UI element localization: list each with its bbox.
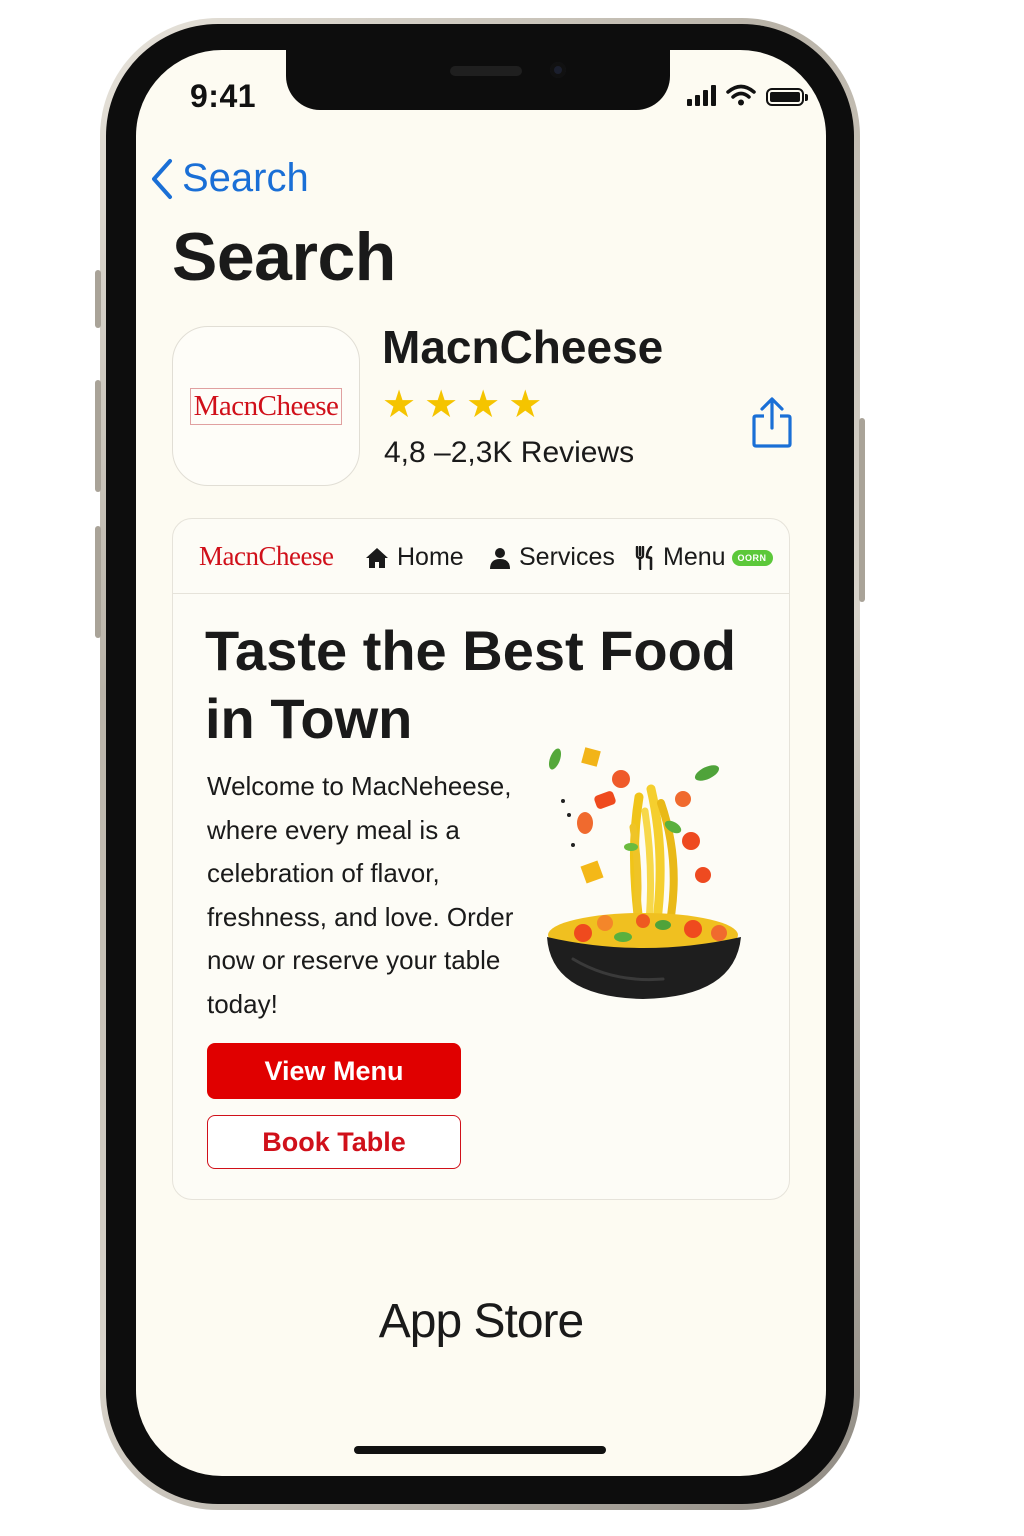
nav-home[interactable]: Home xyxy=(365,543,464,572)
back-label: Search xyxy=(182,156,309,200)
volume-up-button xyxy=(95,380,101,492)
nav-menu-label: Menu xyxy=(663,543,726,571)
book-table-button[interactable]: Book Table xyxy=(207,1115,461,1169)
hero-description: Welcome to MacNeheese, where every meal … xyxy=(207,771,514,1019)
app-icon[interactable]: MacnCheese xyxy=(172,326,360,486)
speaker-grille xyxy=(450,66,522,76)
notch xyxy=(286,50,670,110)
star-icon: ★ xyxy=(466,384,501,426)
signal-icon xyxy=(687,84,716,106)
app-store-label: App Store xyxy=(378,1295,584,1348)
view-menu-button[interactable]: View Menu xyxy=(207,1043,461,1099)
menu-badge: OORN xyxy=(731,549,773,566)
hero-title: Taste the Best Food in Town xyxy=(205,619,737,750)
share-button[interactable] xyxy=(750,396,794,455)
nav-home-label: Home xyxy=(397,543,464,571)
website-preview: MacnCheese Home Services Menu OORN Taste… xyxy=(172,518,790,1200)
nav-services-label: Services xyxy=(519,543,615,571)
volume-down-button xyxy=(95,526,101,638)
home-icon xyxy=(366,547,388,568)
app-name: MacnCheese xyxy=(382,321,664,373)
status-time: 9:41 xyxy=(190,78,257,114)
star-icon: ★ xyxy=(382,384,417,426)
rating-reviews: 4,8 –2,3K Reviews xyxy=(384,436,635,469)
website-navbar: MacnCheese Home Services Menu OORN xyxy=(173,519,789,594)
page-title: Search xyxy=(172,219,396,295)
home-indicator[interactable] xyxy=(354,1446,606,1454)
website-logo[interactable]: MacnCheese xyxy=(199,541,334,572)
nav-menu[interactable]: Menu OORN xyxy=(635,543,773,572)
power-button xyxy=(859,418,865,602)
chevron-left-icon xyxy=(152,158,172,199)
star-icon: ★ xyxy=(508,384,543,426)
utensils-icon xyxy=(635,545,653,570)
rating-stars: ★ ★ ★ ★ xyxy=(382,386,542,424)
status-icons xyxy=(687,84,808,106)
battery-icon xyxy=(766,88,808,106)
share-icon xyxy=(752,397,792,448)
pasta-bowl-image xyxy=(547,747,741,999)
mute-switch xyxy=(95,270,101,328)
person-icon xyxy=(490,547,510,569)
star-icon: ★ xyxy=(424,384,459,426)
back-button[interactable]: Search xyxy=(150,156,309,201)
wifi-icon xyxy=(726,84,756,106)
app-icon-logo: MacnCheese xyxy=(189,387,343,425)
front-camera xyxy=(550,62,566,78)
nav-services[interactable]: Services xyxy=(489,543,615,572)
phone-screen: 9:41 Search Search MacnCheese MacnCheese… xyxy=(136,50,826,1476)
